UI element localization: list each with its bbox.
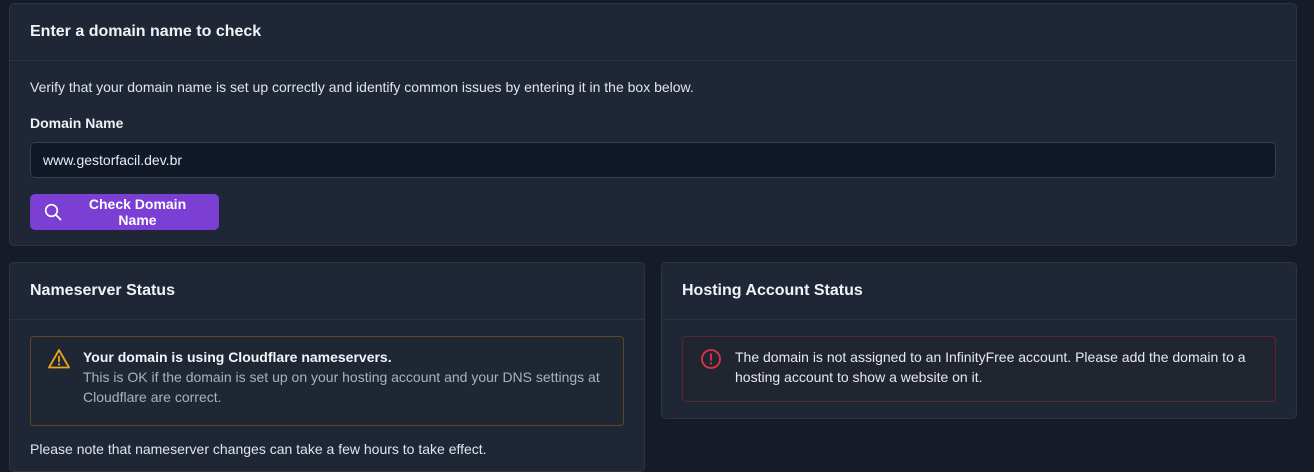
nameserver-note: Please note that nameserver changes can … [30,441,487,457]
warning-icon [47,347,71,371]
check-domain-button[interactable]: Check Domain Name [30,194,219,230]
nameserver-status-card: Nameserver Status Your domain is using C… [9,262,645,472]
hosting-status-card: Hosting Account Status The domain is not… [661,262,1297,419]
check-domain-button-label: Check Domain Name [88,196,187,228]
search-icon [44,203,62,221]
hosting-alert-text: The domain is not assigned to an Infinit… [735,349,1246,385]
domain-name-input[interactable] [30,142,1276,178]
domain-name-label: Domain Name [30,115,124,131]
domain-check-description: Verify that your domain name is set up c… [30,79,694,95]
nameserver-alert-title: Your domain is using Cloudflare nameserv… [83,349,392,365]
domain-check-card: Enter a domain name to check Verify that… [9,3,1297,246]
nameserver-warning-alert: Your domain is using Cloudflare nameserv… [30,336,624,426]
domain-check-title: Enter a domain name to check [10,4,1296,61]
hosting-status-title: Hosting Account Status [662,263,1296,320]
nameserver-status-title: Nameserver Status [10,263,644,320]
hosting-error-alert: The domain is not assigned to an Infinit… [682,336,1276,402]
error-icon [699,347,723,371]
nameserver-alert-text: This is OK if the domain is set up on yo… [83,369,600,405]
